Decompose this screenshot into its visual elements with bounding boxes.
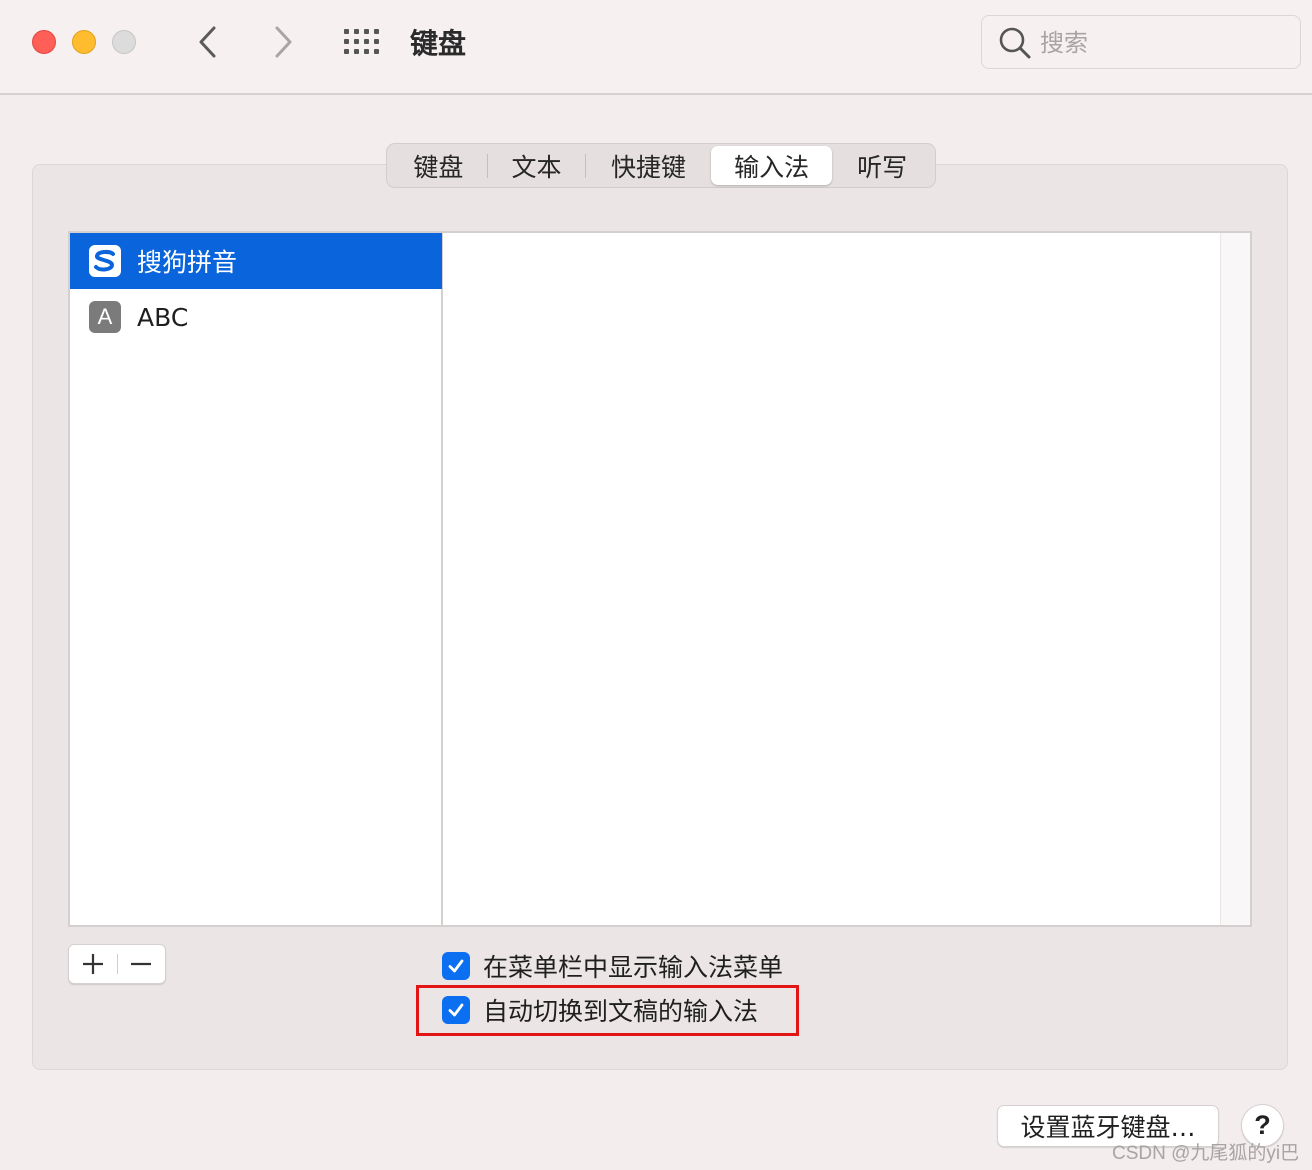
chevron-left-icon — [199, 26, 216, 58]
list-add-remove-control — [68, 944, 166, 984]
back-button[interactable] — [193, 22, 223, 62]
search-input[interactable] — [1040, 26, 1290, 60]
annotation-highlight-box — [416, 985, 799, 1036]
add-button[interactable] — [69, 945, 117, 983]
minus-icon — [131, 962, 152, 966]
list-item-sogou-pinyin[interactable]: 搜狗拼音 — [70, 233, 443, 289]
tab-keyboard[interactable]: 键盘 — [390, 146, 487, 185]
input-source-list: 搜狗拼音 A ABC — [68, 231, 443, 927]
input-source-detail-pane — [442, 231, 1252, 927]
show-all-button[interactable] — [343, 28, 381, 56]
zoom-window-button[interactable] — [112, 30, 136, 54]
tab-input-sources[interactable]: 输入法 — [710, 146, 833, 185]
remove-button[interactable] — [117, 945, 165, 983]
show-input-menu-label: 在菜单栏中显示输入法菜单 — [483, 953, 784, 982]
list-item-label: 搜狗拼音 — [137, 248, 238, 277]
grid-icon — [344, 29, 379, 54]
list-item-abc[interactable]: A ABC — [70, 289, 443, 345]
title-bar: 键盘 — [0, 0, 1312, 95]
search-icon — [999, 27, 1031, 59]
chevron-right-icon — [275, 26, 292, 58]
checkmark-icon — [448, 959, 464, 973]
close-window-button[interactable] — [32, 30, 56, 54]
sogou-icon — [89, 245, 121, 277]
list-item-label: ABC — [137, 302, 189, 332]
tab-text[interactable]: 文本 — [488, 146, 586, 185]
forward-button[interactable] — [268, 22, 298, 62]
search-field[interactable] — [981, 15, 1301, 69]
scrollbar[interactable] — [1220, 233, 1250, 925]
minimize-window-button[interactable] — [72, 30, 96, 54]
window-title: 键盘 — [410, 27, 467, 60]
tab-shortcuts[interactable]: 快捷键 — [586, 146, 711, 185]
show-input-menu-option[interactable]: 在菜单栏中显示输入法菜单 — [442, 948, 783, 984]
tab-bar: 键盘 文本 快捷键 输入法 听写 — [386, 143, 936, 188]
watermark: CSDN @九尾狐的yi巴 — [1112, 1143, 1300, 1164]
show-input-menu-checkbox[interactable] — [442, 952, 470, 980]
plus-icon — [82, 954, 103, 974]
abc-icon: A — [89, 301, 121, 333]
tab-dictation[interactable]: 听写 — [832, 146, 932, 185]
